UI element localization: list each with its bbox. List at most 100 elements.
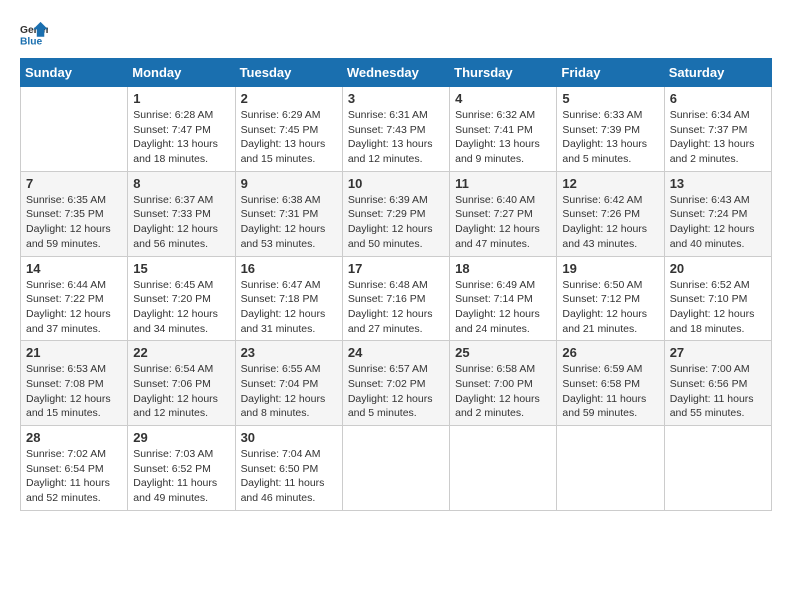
calendar-cell: 9Sunrise: 6:38 AM Sunset: 7:31 PM Daylig… [235,171,342,256]
calendar-week-3: 14 Sunrise: 6:44 AM Sunset: 7:22 PM Dayli… [21,256,772,341]
day-info: Sunrise: 6:40 AM Sunset: 7:27 PM Dayligh… [455,193,551,252]
day-info: Sunrise: 6:35 AM Sunset: 7:35 PM Dayligh… [26,193,122,252]
calendar-cell: 22 Sunrise: 6:54 AM Sunset: 7:06 PM Dayli… [128,341,235,426]
calendar-cell: 14 Sunrise: 6:44 AM Sunset: 7:22 PM Dayli… [21,256,128,341]
day-number: 4 [455,91,551,106]
day-info: Sunrise: 6:31 AM Sunset: 7:43 PM Dayligh… [348,108,444,167]
day-number: 25 [455,345,551,360]
day-number: 15 [133,261,229,276]
calendar-cell: 6 Sunrise: 6:34 AM Sunset: 7:37 PM Daylig… [664,87,771,172]
calendar-cell: 3 Sunrise: 6:31 AM Sunset: 7:43 PM Daylig… [342,87,449,172]
column-header-saturday: Saturday [664,59,771,87]
calendar-cell: 26Sunrise: 6:59 AM Sunset: 6:58 PM Dayli… [557,341,664,426]
day-number: 8 [133,176,229,191]
day-number: 11 [455,176,551,191]
day-number: 22 [133,345,229,360]
day-info: Sunrise: 6:53 AM Sunset: 7:08 PM Dayligh… [26,362,122,421]
day-info: Sunrise: 7:03 AM Sunset: 6:52 PM Dayligh… [133,447,229,506]
calendar-cell: 2Sunrise: 6:29 AM Sunset: 7:45 PM Daylig… [235,87,342,172]
svg-text:Blue: Blue [20,36,43,47]
calendar-cell: 18 Sunrise: 6:49 AM Sunset: 7:14 PM Dayli… [450,256,557,341]
column-header-sunday: Sunday [21,59,128,87]
calendar-cell: 15 Sunrise: 6:45 AM Sunset: 7:20 PM Dayli… [128,256,235,341]
column-header-thursday: Thursday [450,59,557,87]
day-number: 12 [562,176,658,191]
calendar-cell [450,426,557,511]
calendar-cell [342,426,449,511]
calendar-cell: 7 Sunrise: 6:35 AM Sunset: 7:35 PM Daylig… [21,171,128,256]
day-info: Sunrise: 6:49 AM Sunset: 7:14 PM Dayligh… [455,278,551,337]
day-info: Sunrise: 6:42 AM Sunset: 7:26 PM Dayligh… [562,193,658,252]
day-info: Sunrise: 7:04 AM Sunset: 6:50 PM Dayligh… [241,447,337,506]
calendar-table: SundayMondayTuesdayWednesdayThursdayFrid… [20,58,772,511]
day-number: 28 [26,430,122,445]
day-info: Sunrise: 6:50 AM Sunset: 7:12 PM Dayligh… [562,278,658,337]
day-info: Sunrise: 6:47 AM Sunset: 7:18 PM Dayligh… [241,278,337,337]
day-number: 30 [241,430,337,445]
calendar-cell: 25 Sunrise: 6:58 AM Sunset: 7:00 PM Dayli… [450,341,557,426]
column-header-tuesday: Tuesday [235,59,342,87]
logo-icon: General Blue [20,20,48,48]
calendar-cell: 11 Sunrise: 6:40 AM Sunset: 7:27 PM Dayli… [450,171,557,256]
day-info: Sunrise: 6:44 AM Sunset: 7:22 PM Dayligh… [26,278,122,337]
day-info: Sunrise: 6:48 AM Sunset: 7:16 PM Dayligh… [348,278,444,337]
calendar-cell: 28 Sunrise: 7:02 AM Sunset: 6:54 PM Dayli… [21,426,128,511]
day-number: 10 [348,176,444,191]
calendar-header-row: SundayMondayTuesdayWednesdayThursdayFrid… [21,59,772,87]
day-number: 23 [241,345,337,360]
calendar-week-1: 1Sunrise: 6:28 AM Sunset: 7:47 PM Daylig… [21,87,772,172]
calendar-cell [557,426,664,511]
day-number: 3 [348,91,444,106]
day-number: 16 [241,261,337,276]
day-info: Sunrise: 6:37 AM Sunset: 7:33 PM Dayligh… [133,193,229,252]
calendar-cell: 12 Sunrise: 6:42 AM Sunset: 7:26 PM Dayli… [557,171,664,256]
day-number: 24 [348,345,444,360]
calendar-cell: 29 Sunrise: 7:03 AM Sunset: 6:52 PM Dayli… [128,426,235,511]
day-number: 27 [670,345,766,360]
day-info: Sunrise: 6:29 AM Sunset: 7:45 PM Dayligh… [241,108,337,167]
day-info: Sunrise: 7:02 AM Sunset: 6:54 PM Dayligh… [26,447,122,506]
calendar-cell: 13Sunrise: 6:43 AM Sunset: 7:24 PM Dayli… [664,171,771,256]
day-info: Sunrise: 6:58 AM Sunset: 7:00 PM Dayligh… [455,362,551,421]
day-number: 26 [562,345,658,360]
day-info: Sunrise: 6:34 AM Sunset: 7:37 PM Dayligh… [670,108,766,167]
calendar-cell: 30 Sunrise: 7:04 AM Sunset: 6:50 PM Dayli… [235,426,342,511]
day-info: Sunrise: 6:55 AM Sunset: 7:04 PM Dayligh… [241,362,337,421]
calendar-cell: 19 Sunrise: 6:50 AM Sunset: 7:12 PM Dayli… [557,256,664,341]
column-header-monday: Monday [128,59,235,87]
day-number: 5 [562,91,658,106]
day-number: 19 [562,261,658,276]
day-number: 20 [670,261,766,276]
calendar-cell: 23 Sunrise: 6:55 AM Sunset: 7:04 PM Dayli… [235,341,342,426]
calendar-cell: 4 Sunrise: 6:32 AM Sunset: 7:41 PM Daylig… [450,87,557,172]
day-number: 7 [26,176,122,191]
calendar-cell: 27 Sunrise: 7:00 AM Sunset: 6:56 PM Dayli… [664,341,771,426]
day-info: Sunrise: 6:52 AM Sunset: 7:10 PM Dayligh… [670,278,766,337]
day-number: 6 [670,91,766,106]
day-number: 14 [26,261,122,276]
calendar-week-2: 7 Sunrise: 6:35 AM Sunset: 7:35 PM Daylig… [21,171,772,256]
day-number: 13 [670,176,766,191]
calendar-cell [21,87,128,172]
day-info: Sunrise: 6:33 AM Sunset: 7:39 PM Dayligh… [562,108,658,167]
calendar-cell: 21Sunrise: 6:53 AM Sunset: 7:08 PM Dayli… [21,341,128,426]
day-number: 18 [455,261,551,276]
day-info: Sunrise: 6:45 AM Sunset: 7:20 PM Dayligh… [133,278,229,337]
column-header-friday: Friday [557,59,664,87]
calendar-cell: 8 Sunrise: 6:37 AM Sunset: 7:33 PM Daylig… [128,171,235,256]
day-info: Sunrise: 6:57 AM Sunset: 7:02 PM Dayligh… [348,362,444,421]
day-info: Sunrise: 6:38 AM Sunset: 7:31 PM Dayligh… [241,193,337,252]
day-number: 29 [133,430,229,445]
logo: General Blue [20,20,52,48]
calendar-cell: 24 Sunrise: 6:57 AM Sunset: 7:02 PM Dayli… [342,341,449,426]
calendar-cell [664,426,771,511]
calendar-cell: 16 Sunrise: 6:47 AM Sunset: 7:18 PM Dayli… [235,256,342,341]
day-info: Sunrise: 6:39 AM Sunset: 7:29 PM Dayligh… [348,193,444,252]
day-info: Sunrise: 6:54 AM Sunset: 7:06 PM Dayligh… [133,362,229,421]
calendar-cell: 1Sunrise: 6:28 AM Sunset: 7:47 PM Daylig… [128,87,235,172]
day-info: Sunrise: 7:00 AM Sunset: 6:56 PM Dayligh… [670,362,766,421]
calendar-cell: 17Sunrise: 6:48 AM Sunset: 7:16 PM Dayli… [342,256,449,341]
calendar-week-5: 28 Sunrise: 7:02 AM Sunset: 6:54 PM Dayli… [21,426,772,511]
page-header: General Blue [20,20,772,48]
day-info: Sunrise: 6:32 AM Sunset: 7:41 PM Dayligh… [455,108,551,167]
